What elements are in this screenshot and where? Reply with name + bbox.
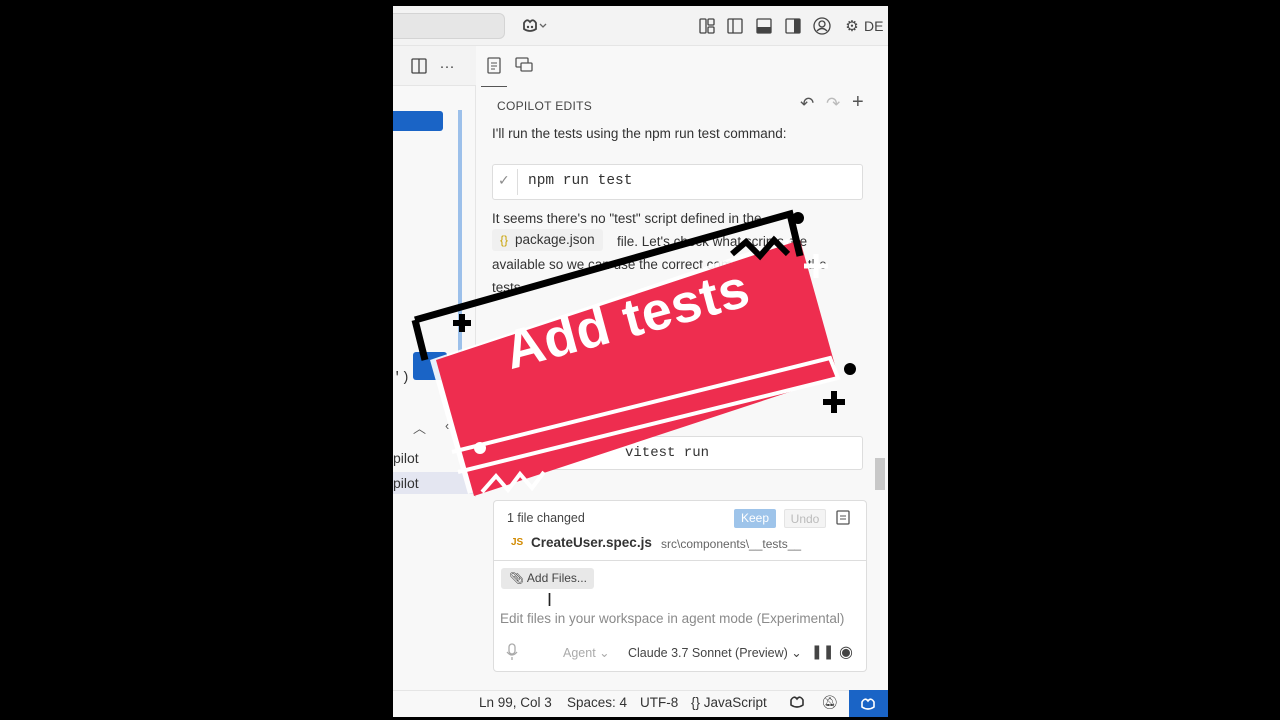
- terminal-command: npm run test: [528, 173, 633, 189]
- scrollbar-thumb[interactable]: [875, 458, 885, 490]
- gear-icon[interactable]: ⚙: [842, 16, 862, 36]
- new-edit-session-icon[interactable]: +: [852, 91, 864, 114]
- changed-files-count: 1 file changed: [507, 511, 585, 525]
- undo-icon[interactable]: ↶: [800, 94, 814, 114]
- copilot-remote-icon[interactable]: [849, 690, 888, 717]
- terminal-command: vitest run: [625, 445, 710, 461]
- sidebar-left-icon[interactable]: [725, 16, 745, 36]
- chat-tab-icon[interactable]: [513, 54, 535, 76]
- selected-highlight: [393, 111, 443, 131]
- mode-dropdown[interactable]: Agent ⌄: [563, 645, 610, 660]
- sidebar-item-copilot[interactable]: pilot: [393, 447, 476, 469]
- changed-file-name[interactable]: CreateUser.spec.js: [531, 535, 652, 550]
- panel-title: COPILOT EDITS: [497, 99, 593, 113]
- more-actions-icon[interactable]: ···: [437, 56, 457, 76]
- copilot-status-icon[interactable]: [789, 695, 807, 712]
- paperclip-icon: 📎︎: [509, 571, 527, 585]
- js-file-icon: JS: [511, 537, 524, 548]
- file-reference-label: package.json: [515, 232, 595, 247]
- panel-bottom-icon[interactable]: [754, 16, 774, 36]
- chat-header: [476, 46, 888, 88]
- view-changes-icon[interactable]: [836, 509, 850, 528]
- language-mode[interactable]: {} JavaScript: [691, 695, 767, 710]
- check-icon: ✓: [498, 172, 510, 188]
- chat-message: I'll run the tests using the npm run tes…: [492, 126, 787, 141]
- cursor-position[interactable]: Ln 99, Col 3: [479, 695, 552, 710]
- chevron-down-icon: ⌄: [599, 646, 610, 660]
- language-label: JavaScript: [703, 695, 767, 710]
- text-cursor-icon: I: [547, 590, 553, 610]
- layout-icon[interactable]: [697, 16, 717, 36]
- model-label: Claude 3.7 Sonnet (Preview): [628, 646, 788, 660]
- add-files-label: Add Files...: [526, 571, 587, 585]
- sidebar-right-icon[interactable]: [783, 16, 803, 36]
- chat-input-placeholder[interactable]: Edit files in your workspace in agent mo…: [500, 611, 860, 626]
- split-editor-icon[interactable]: [409, 56, 429, 76]
- code-fragment: '): [393, 370, 410, 386]
- redo-icon[interactable]: ↷: [826, 94, 840, 114]
- add-files-button[interactable]: 📎︎ Add Files...: [501, 568, 594, 589]
- chat-message: It seems there's no "test" script define…: [492, 211, 762, 226]
- notifications-muted-icon[interactable]: 🔕︎: [821, 695, 838, 711]
- keep-button[interactable]: Keep: [734, 509, 776, 528]
- sidebar-item-copilot-selected[interactable]: pilot: [393, 472, 476, 494]
- undo-button[interactable]: Undo: [784, 509, 826, 528]
- editor-action-button[interactable]: [413, 352, 447, 380]
- chevron-up-icon[interactable]: ︿: [413, 418, 426, 437]
- model-dropdown[interactable]: Claude 3.7 Sonnet (Preview) ⌄: [628, 645, 802, 660]
- chat-message: available so we can use the correct comm…: [492, 257, 827, 272]
- encoding[interactable]: UTF-8: [640, 695, 678, 710]
- mode-label: Agent: [563, 646, 596, 660]
- editor-gutter-marker: [458, 110, 462, 360]
- braces-icon: {}: [500, 233, 509, 247]
- title-bar: ⚙ DE: [393, 6, 888, 46]
- chat-message: file. Let's check what scripts are: [617, 234, 808, 249]
- file-reference-chip[interactable]: {} package.json: [492, 229, 603, 251]
- pause-icon[interactable]: ❚❚: [811, 643, 834, 660]
- command-center-search[interactable]: [393, 13, 505, 39]
- chevron-left-icon[interactable]: ‹: [445, 418, 449, 433]
- active-tab-indicator: [481, 86, 507, 87]
- microphone-icon[interactable]: [506, 643, 518, 665]
- account-icon[interactable]: [812, 16, 832, 36]
- editor-tab-bar: ···: [393, 46, 476, 86]
- truncated-title-text: DE: [864, 18, 884, 34]
- copilot-edits-tab-icon[interactable]: [483, 54, 505, 76]
- indentation[interactable]: Spaces: 4: [567, 695, 627, 710]
- vscode-window: ⚙ DE ··· ') ︿ ‹ pilot pilot COPILOT EDIT…: [393, 6, 888, 717]
- record-icon[interactable]: ◉: [839, 642, 853, 662]
- braces-icon: {}: [691, 695, 704, 710]
- copilot-icon[interactable]: [519, 16, 551, 36]
- divider: [517, 169, 518, 195]
- panel-nav: ︿ ‹: [393, 416, 476, 440]
- changed-file-path: src\components\__tests__: [661, 537, 802, 551]
- chevron-down-icon: ⌄: [791, 646, 802, 660]
